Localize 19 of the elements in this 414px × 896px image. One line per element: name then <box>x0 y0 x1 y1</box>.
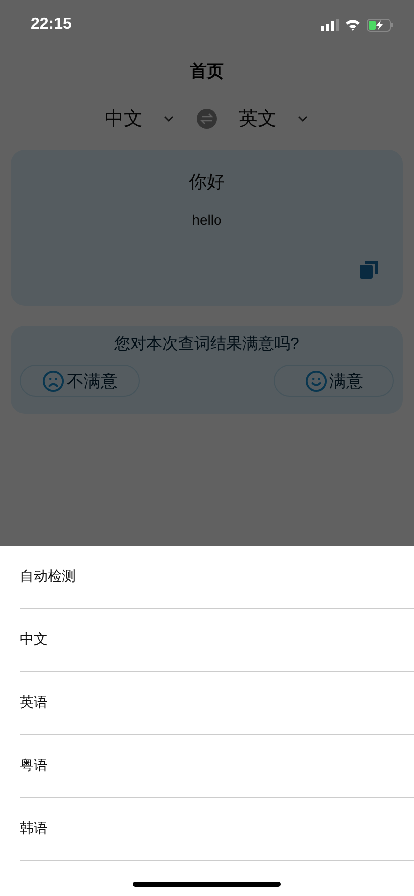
status-time: 22:15 <box>31 16 72 34</box>
smiley-icon <box>304 370 328 392</box>
translation-text: hello <box>192 212 222 228</box>
language-option[interactable]: 韩语 <box>20 798 414 861</box>
page-title: 首页 <box>189 61 225 82</box>
copy-icon[interactable] <box>359 260 379 280</box>
wifi-icon <box>345 19 361 31</box>
language-option[interactable]: 粤语 <box>20 735 414 798</box>
feedback-question: 您对本次查词结果满意吗? <box>114 334 300 355</box>
chevron-down-icon <box>163 114 175 124</box>
battery-icon <box>367 18 394 32</box>
source-text: 你好 <box>189 171 225 194</box>
language-option[interactable]: 英语 <box>20 672 414 735</box>
language-option[interactable]: 中文 <box>20 609 414 672</box>
language-option[interactable]: 自动检测 <box>20 546 414 609</box>
swap-icon[interactable] <box>197 109 217 129</box>
frown-icon <box>42 370 65 392</box>
chevron-down-icon <box>297 114 309 124</box>
signal-icon <box>321 19 339 31</box>
